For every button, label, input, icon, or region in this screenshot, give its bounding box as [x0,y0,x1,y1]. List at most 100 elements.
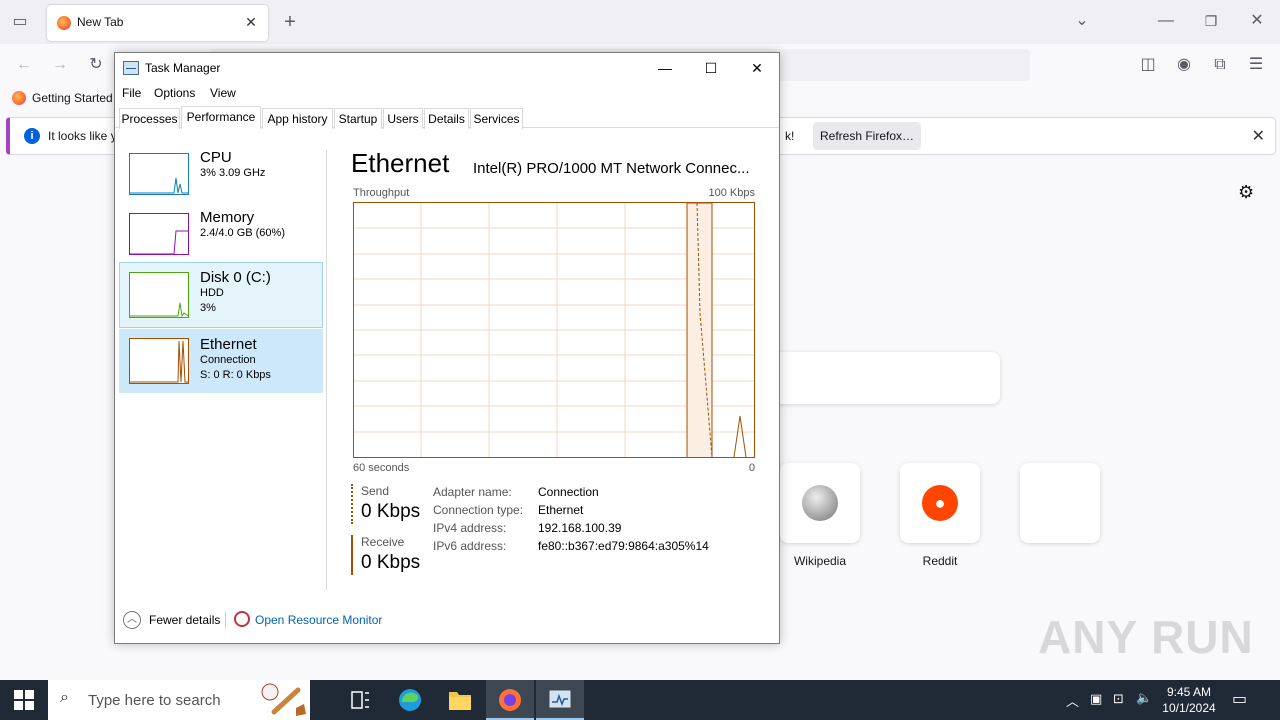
close-window-icon[interactable]: ✕ [1247,11,1267,31]
sidebar-item-ethernet[interactable]: Ethernet Connection S: 0 R: 0 Kbps [119,329,323,393]
tab-performance[interactable]: Performance [181,106,261,129]
shortcut-tile-empty[interactable] [1020,463,1100,543]
sidebar-divider [326,150,327,590]
property-key: IPv6 address: [433,539,507,553]
fewer-details-button[interactable]: Fewer details [149,613,220,627]
tab-strip: Processes Performance App history Startu… [115,106,779,129]
taskbar-search[interactable]: ⌕ Type here to search [48,680,310,720]
send-label: Send [361,484,390,498]
sidebar-item-detail: Connection [200,354,256,366]
tab-title: New Tab [77,15,124,29]
sidebar-item-label: Memory [200,209,255,226]
graph-min-label: 0 [748,462,755,474]
clock[interactable]: 9:45 AM 10/1/2024 [1158,684,1220,716]
throughput-graph-svg [354,202,754,458]
volume-icon[interactable]: 🔈 [1136,690,1152,706]
search-placeholder: Type here to search [88,692,221,709]
maximize-button[interactable]: ☐ [688,53,734,83]
close-tab-icon[interactable]: ✕ [242,13,260,31]
meet-now-icon[interactable]: ▣ [1090,691,1102,707]
graph-label: Throughput [353,187,410,199]
title-bar: Task Manager — ☐ ✕ [115,53,779,83]
bookmark-getting-started[interactable]: Getting Started [12,91,113,105]
edge-icon[interactable] [386,680,434,720]
task-view-icon[interactable] [336,680,384,720]
search-icon: ⌕ [60,689,69,706]
wikipedia-icon [802,485,838,521]
property-key: Connection type: [433,503,524,517]
refresh-firefox-button[interactable]: Refresh Firefox… [813,122,921,150]
back-icon[interactable]: ← [14,55,34,75]
menu-icon[interactable]: ☰ [1246,55,1266,75]
task-manager-window: Task Manager — ☐ ✕ File Options View Pro… [114,52,780,644]
shortcut-tile-reddit[interactable]: ● [900,463,980,543]
task-manager-icon [123,61,139,75]
tab-services[interactable]: Services [470,108,523,129]
resource-monitor-icon [234,611,250,627]
tab-users[interactable]: Users [383,108,423,129]
chevron-up-icon[interactable]: ︿ [1066,691,1079,710]
list-all-tabs-icon[interactable]: ▭ [10,12,30,32]
cpu-mini-graph [129,153,189,195]
network-icon[interactable]: ⊡ [1113,691,1124,707]
task-manager-taskbar-icon[interactable] [536,680,584,720]
search-box[interactable] [770,352,1000,404]
menu-file[interactable]: File [122,86,141,100]
receive-value: 0 Kbps [361,552,421,573]
notification-message: It looks like y [48,129,117,143]
close-button[interactable]: ✕ [734,53,780,83]
ethernet-mini-graph [129,338,189,384]
adapter-name-title: Intel(R) PRO/1000 MT Network Connec... [473,160,750,177]
reload-icon[interactable]: ↻ [86,55,106,75]
send-value: 0 Kbps [361,501,421,522]
firefox-taskbar-icon[interactable] [486,680,534,720]
menu-view[interactable]: View [210,86,236,100]
sidebar-item-usage: S: 0 R: 0 Kbps [200,369,271,381]
property-key: IPv4 address: [433,521,507,535]
minimize-icon[interactable]: — [1156,11,1176,31]
disk-mini-graph [129,272,189,318]
notifications-icon[interactable]: ▭ [1232,689,1247,709]
status-footer: ︿ Fewer details Open Resource Monitor [115,608,779,638]
restore-icon[interactable]: ❐ [1201,11,1221,31]
forward-icon[interactable]: → [50,55,70,75]
sidebar-item-detail: 2.4/4.0 GB (60%) [200,227,285,239]
clock-date: 10/1/2024 [1162,701,1216,715]
bookmark-label: Getting Started [32,91,113,105]
minimize-button[interactable]: — [642,53,688,83]
sidebar-item-cpu[interactable]: CPU 3% 3.09 GHz [119,142,323,206]
info-icon: i [24,128,40,144]
menu-options[interactable]: Options [154,86,195,100]
graph-max-label: 100 Kbps [708,187,755,199]
tab-processes[interactable]: Processes [119,108,180,129]
close-notification-icon[interactable]: ✕ [1252,126,1265,146]
pocket-icon[interactable]: ◫ [1138,55,1158,75]
sidebar-item-disk[interactable]: Disk 0 (C:) HDD 3% [119,262,323,328]
account-icon[interactable]: ◉ [1174,55,1194,75]
chevron-down-icon[interactable]: ⌄ [1072,11,1092,31]
chevron-up-icon[interactable]: ︿ [123,611,141,629]
new-tab-icon[interactable]: + [280,12,300,32]
sidebar-item-label: Ethernet [200,336,257,353]
tab-app-history[interactable]: App history [262,108,333,129]
sidebar-item-memory[interactable]: Memory 2.4/4.0 GB (60%) [119,202,323,266]
firefox-icon [12,91,26,105]
property-value: fe80::b367:ed79:9864:a305%14 [538,539,709,553]
memory-mini-graph [129,213,189,255]
shortcut-tile-wikipedia[interactable] [780,463,860,543]
tab-startup[interactable]: Startup [334,108,382,129]
sidebar-item-usage: 3% [200,302,216,314]
extensions-icon[interactable]: ⧉ [1210,55,1230,75]
window-title: Task Manager [145,61,221,75]
file-explorer-icon[interactable] [436,680,484,720]
receive-stat: Receive 0 Kbps [351,535,431,575]
firefox-icon [57,16,71,30]
tab-details[interactable]: Details [424,108,469,129]
throughput-graph [353,202,755,458]
reddit-icon: ● [922,485,958,521]
open-resource-monitor-link[interactable]: Open Resource Monitor [255,613,382,627]
start-button[interactable] [14,690,34,710]
browser-tab[interactable]: New Tab ✕ [47,5,268,41]
ethernet-detail: Ethernet Intel(R) PRO/1000 MT Network Co… [351,128,761,598]
gear-icon[interactable]: ⚙ [1238,182,1254,203]
